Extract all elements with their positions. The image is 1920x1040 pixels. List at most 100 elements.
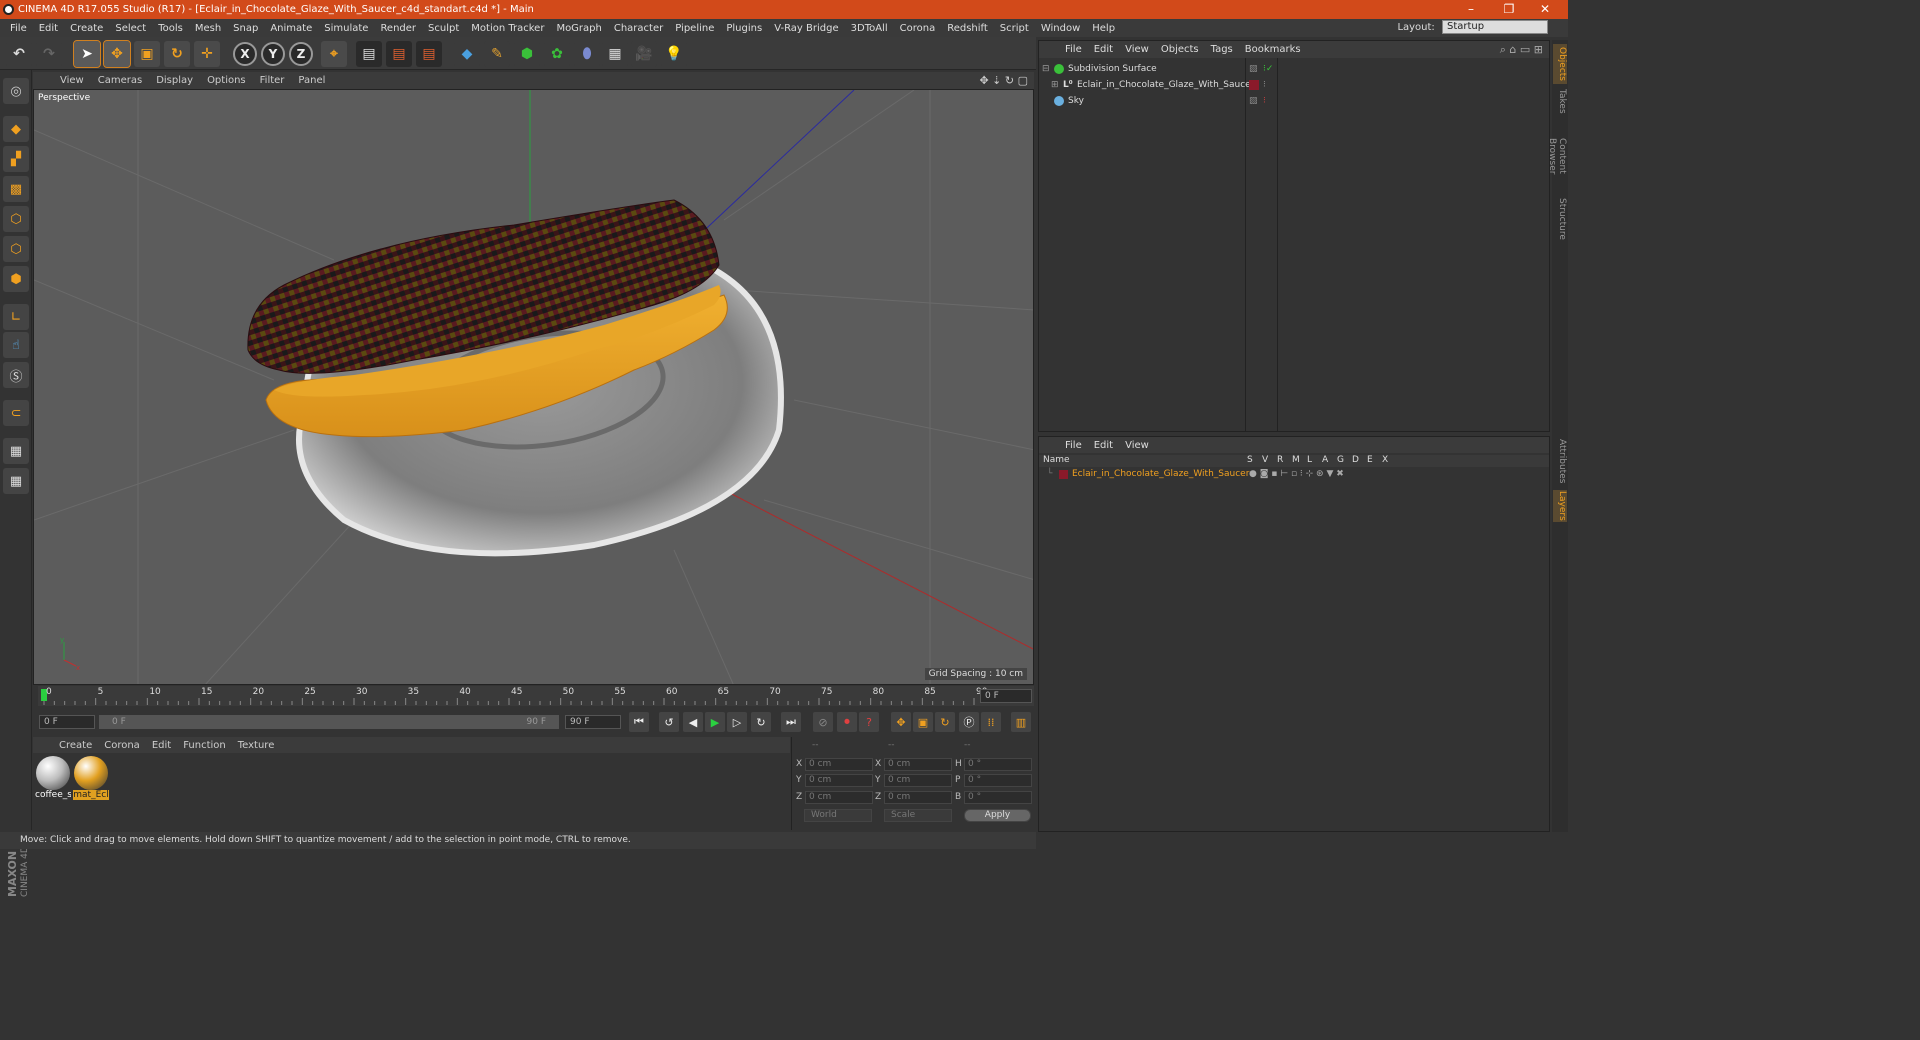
key-scale-icon[interactable]: ▣ (913, 712, 933, 732)
expand-icon[interactable]: ⊞ (1051, 77, 1059, 93)
layers-menu-file[interactable]: File (1059, 440, 1088, 451)
live-selection-icon[interactable]: ✛ (194, 41, 220, 67)
key-pla-icon[interactable]: ⁞⁞ (981, 712, 1001, 732)
position-x-field[interactable]: 0 cm (805, 758, 873, 771)
size-y-field[interactable]: 0 cm (884, 774, 952, 787)
objects-menu-view[interactable]: View (1119, 44, 1155, 55)
material-swatch[interactable]: mat_Ecl (73, 756, 109, 800)
apply-button[interactable]: Apply (964, 809, 1031, 822)
key-rotation-icon[interactable]: ↻ (935, 712, 955, 732)
tab-content-browser[interactable]: Content Browser (1547, 120, 1567, 192)
object-name[interactable]: Eclair_in_Chocolate_Glaze_With_Saucer (1077, 77, 1254, 93)
edges-mode-icon[interactable]: ⬡ (3, 236, 29, 262)
menu-window[interactable]: Window (1035, 23, 1086, 34)
layer-col-manager[interactable]: M (1292, 455, 1300, 465)
objects-menu-bookmarks[interactable]: Bookmarks (1239, 44, 1307, 55)
menu-render[interactable]: Render (374, 23, 422, 34)
x-axis-lock-button[interactable]: X (233, 42, 257, 66)
timeline-window-icon[interactable]: ▥ (1011, 712, 1031, 732)
menu-snap[interactable]: Snap (227, 23, 264, 34)
texture-mode-icon[interactable]: ▞ (3, 146, 29, 172)
deformer-icon[interactable]: ⬮ (574, 41, 600, 67)
undo-icon[interactable]: ↶ (6, 41, 32, 67)
viewport-menu-cameras[interactable]: Cameras (91, 75, 149, 86)
size-z-field[interactable]: 0 cm (884, 791, 952, 804)
visibility-toggle-icon[interactable]: ▧ (1249, 61, 1258, 77)
minimize-button[interactable]: – (1454, 0, 1488, 19)
layout-dropdown[interactable]: Startup (1442, 20, 1548, 34)
menu-character[interactable]: Character (608, 23, 669, 34)
menu-animate[interactable]: Animate (264, 23, 318, 34)
light-bulb-icon[interactable]: 💡 (661, 41, 687, 67)
viewport-menu-options[interactable]: Options (200, 75, 253, 86)
workplane-grid-icon[interactable]: ▦ (3, 468, 29, 494)
material-menu-function[interactable]: Function (177, 740, 232, 751)
position-y-field[interactable]: 0 cm (805, 774, 873, 787)
end-frame-field[interactable]: 90 F (565, 715, 621, 729)
position-z-field[interactable]: 0 cm (805, 791, 873, 804)
rotation-p-field[interactable]: 0 ° (964, 774, 1032, 787)
3d-viewport[interactable]: y x Perspective Grid Spacing : 10 cm (33, 89, 1034, 685)
rotation-h-field[interactable]: 0 ° (964, 758, 1032, 771)
spline-pen-icon[interactable]: ✎ (484, 41, 510, 67)
objects-menu-file[interactable]: File (1059, 44, 1088, 55)
layer-name[interactable]: Eclair_in_Chocolate_Glaze_With_Saucer (1072, 467, 1249, 481)
viewport-navigation-icons[interactable]: ✥ ⇣ ↻ ▢ (979, 74, 1028, 87)
layer-row[interactable]: └ Eclair_in_Chocolate_Glaze_With_Saucer … (1039, 467, 1549, 481)
menu-vray-bridge[interactable]: V-Ray Bridge (768, 23, 844, 34)
layer-col-xrefs[interactable]: X (1382, 455, 1388, 465)
workplane-lock-icon[interactable]: ▦ (3, 438, 29, 464)
menu-pipeline[interactable]: Pipeline (669, 23, 720, 34)
menu-create[interactable]: Create (64, 23, 109, 34)
select-arrow-icon[interactable]: ➤ (73, 40, 101, 68)
next-frame-icon[interactable]: ▷ (727, 712, 747, 732)
layer-col-expressions[interactable]: E (1367, 455, 1373, 465)
scale-tool-icon[interactable]: ▣ (134, 41, 160, 67)
layer-col-animation[interactable]: A (1322, 455, 1328, 465)
preview-range-slider[interactable]: 0 F 90 F (99, 715, 559, 729)
make-editable-icon[interactable]: ◎ (3, 78, 29, 104)
tab-layers[interactable]: Layers (1553, 490, 1567, 522)
visibility-toggle-icon[interactable]: ▧ (1249, 93, 1258, 109)
object-name[interactable]: Sky (1068, 93, 1084, 109)
coordinate-space-dropdown[interactable]: World (804, 809, 872, 822)
previous-key-icon[interactable]: ↺ (659, 712, 679, 732)
viewport-menu-panel[interactable]: Panel (291, 75, 332, 86)
layer-col-deformers[interactable]: D (1352, 455, 1359, 465)
start-frame-field[interactable]: 0 F (39, 715, 95, 729)
menu-plugins[interactable]: Plugins (720, 23, 768, 34)
material-swatch[interactable]: coffee_s (35, 756, 71, 800)
current-frame-field[interactable]: 0 F (980, 689, 1032, 703)
workplane-mode-icon[interactable]: ▩ (3, 176, 29, 202)
next-key-icon[interactable]: ↻ (751, 712, 771, 732)
points-mode-icon[interactable]: ⬡ (3, 206, 29, 232)
goto-start-icon[interactable]: ⏮ (629, 712, 649, 732)
layer-color-swatch[interactable] (1059, 470, 1068, 479)
menu-mesh[interactable]: Mesh (189, 23, 227, 34)
rotate-tool-icon[interactable]: ↻ (164, 41, 190, 67)
restore-button[interactable]: ❐ (1492, 0, 1526, 19)
timeline-ruler[interactable]: 051015202530354045505560657075808590 0 F (38, 686, 1034, 706)
visibility-dots-icon[interactable]: ⁝ (1263, 77, 1266, 93)
viewport-menu-filter[interactable]: Filter (253, 75, 292, 86)
menu-simulate[interactable]: Simulate (318, 23, 374, 34)
tweak-mode-icon[interactable]: ☝ (3, 332, 29, 358)
menu-corona[interactable]: Corona (894, 23, 942, 34)
camera-icon[interactable]: 🎥 (631, 41, 657, 67)
redo-icon[interactable]: ↷ (36, 41, 62, 67)
cube-primitive-icon[interactable]: ◆ (454, 41, 480, 67)
goto-end-icon[interactable]: ⏭ (781, 712, 801, 732)
menu-tools[interactable]: Tools (152, 23, 189, 34)
key-help-icon[interactable]: ? (859, 712, 879, 732)
layer-col-locked[interactable]: L (1307, 455, 1312, 465)
autokey-icon[interactable]: ⏺ (837, 712, 857, 732)
menu-script[interactable]: Script (994, 23, 1035, 34)
material-menu-create[interactable]: Create (53, 740, 98, 751)
key-position-icon[interactable]: ✥ (891, 712, 911, 732)
tab-structure[interactable]: Structure (1553, 196, 1567, 242)
menu-edit[interactable]: Edit (33, 23, 64, 34)
menu-sculpt[interactable]: Sculpt (422, 23, 465, 34)
coordinate-mode-dropdown[interactable]: Scale (884, 809, 952, 822)
menu-redshift[interactable]: Redshift (941, 23, 994, 34)
size-x-field[interactable]: 0 cm (884, 758, 952, 771)
